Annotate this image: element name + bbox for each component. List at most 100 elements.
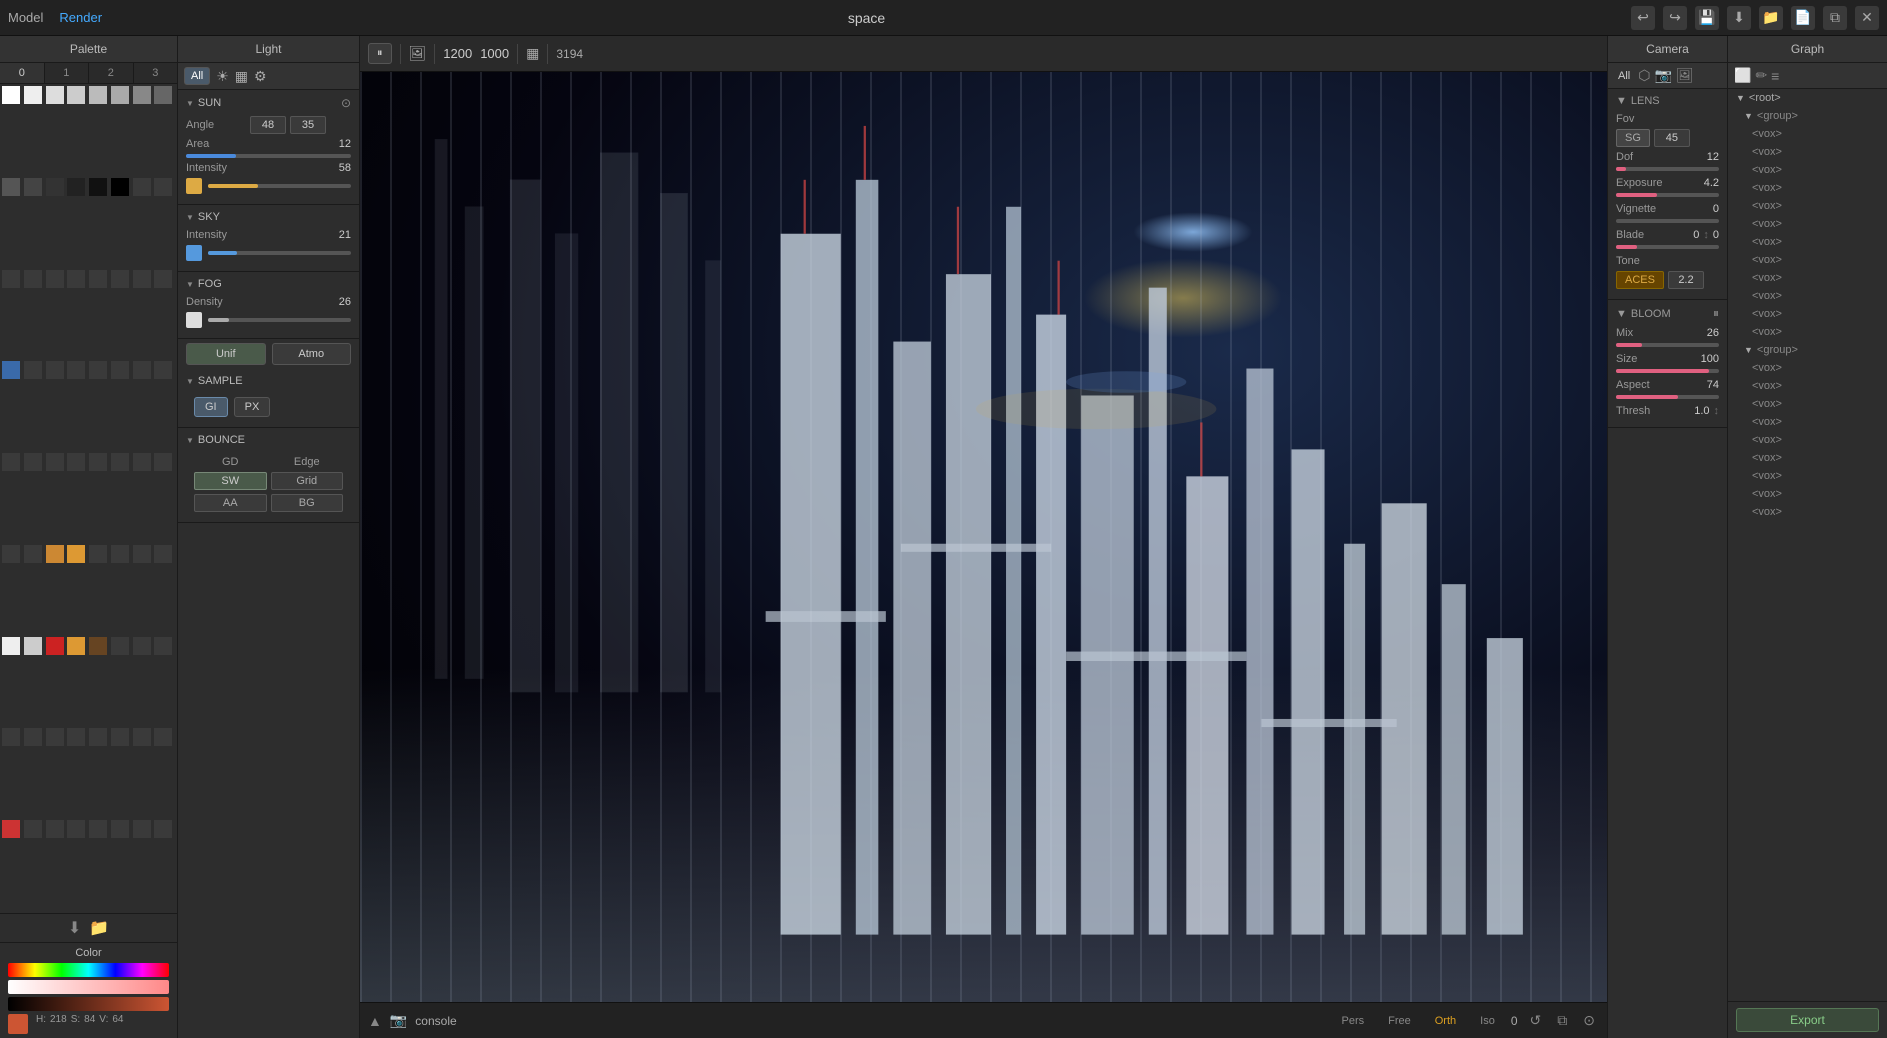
tree-vox-5[interactable]: <vox> — [1728, 197, 1887, 215]
tree-vox-7[interactable]: <vox> — [1728, 233, 1887, 251]
pal-cell[interactable] — [67, 86, 85, 104]
tree-vox-9[interactable]: <vox> — [1728, 269, 1887, 287]
pal-cell[interactable] — [46, 86, 64, 104]
pal-cell[interactable] — [89, 178, 107, 196]
graph-edit-icon[interactable]: ✏ — [1755, 67, 1767, 84]
bounce-sw-val[interactable]: SW — [194, 472, 267, 490]
dof-slider[interactable] — [1616, 167, 1719, 171]
tree-vox-4[interactable]: <vox> — [1728, 179, 1887, 197]
pal-cell[interactable] — [24, 545, 42, 563]
bounce-aa-val[interactable]: AA — [194, 494, 267, 512]
tree-vox-3[interactable]: <vox> — [1728, 161, 1887, 179]
undo-button[interactable]: ↩ — [1631, 6, 1655, 30]
pal-cell[interactable] — [89, 86, 107, 104]
fog-color-swatch[interactable] — [186, 312, 202, 328]
pal-cell[interactable] — [24, 178, 42, 196]
pal-cell[interactable] — [133, 270, 151, 288]
save-button[interactable]: 💾 — [1695, 6, 1719, 30]
pal-cell-orange2[interactable] — [67, 545, 85, 563]
camera-cam-icon[interactable]: 📷 — [1654, 67, 1671, 84]
pal-cell[interactable] — [111, 545, 129, 563]
close-button[interactable]: ✕ — [1855, 6, 1879, 30]
graph-rect-icon[interactable]: ⬜ — [1734, 67, 1751, 84]
sky-intensity-slider[interactable] — [208, 251, 351, 255]
pal-cell[interactable] — [2, 637, 20, 655]
graph-list-icon[interactable]: ≡ — [1771, 68, 1779, 84]
pal-cell-blue[interactable] — [2, 361, 20, 379]
menu-render[interactable]: Render — [59, 10, 102, 25]
atmo-button[interactable]: Atmo — [272, 343, 352, 365]
pal-cell-orange[interactable] — [46, 545, 64, 563]
pal-cell[interactable] — [154, 728, 172, 746]
pal-cell[interactable] — [111, 86, 129, 104]
tree-vox-18[interactable]: <vox> — [1728, 449, 1887, 467]
render-camera-icon[interactable]: 🖼 — [409, 45, 427, 62]
pal-cell[interactable] — [154, 361, 172, 379]
light-settings-icon[interactable]: ⚙ — [254, 68, 267, 85]
gi-button[interactable]: GI — [194, 397, 228, 417]
sun-color-swatch[interactable] — [186, 178, 202, 194]
pal-cell[interactable] — [24, 728, 42, 746]
pal-cell[interactable] — [89, 270, 107, 288]
palette-tab-0[interactable]: 0 — [0, 63, 45, 83]
iso-view-button[interactable]: Iso — [1472, 1013, 1503, 1029]
pal-cell[interactable] — [67, 453, 85, 471]
sun-angle-input1[interactable] — [250, 116, 286, 134]
bounce-grid-val[interactable]: Grid — [271, 472, 344, 490]
pal-cell[interactable] — [24, 86, 42, 104]
pal-cell[interactable] — [111, 270, 129, 288]
pal-cell[interactable] — [24, 270, 42, 288]
nav-triangle-icon[interactable]: ▲ — [368, 1013, 382, 1029]
export-button[interactable]: Export — [1736, 1008, 1879, 1032]
target-icon[interactable]: ⊙ — [1583, 1012, 1595, 1029]
tree-group2[interactable]: ▼ <group> — [1728, 341, 1887, 359]
exposure-slider[interactable] — [1616, 193, 1719, 197]
pal-cell[interactable] — [111, 453, 129, 471]
copy-button[interactable]: ⧉ — [1823, 6, 1847, 30]
pers-view-button[interactable]: Pers — [1334, 1013, 1373, 1029]
pal-cell[interactable] — [24, 820, 42, 838]
tree-vox-19[interactable]: <vox> — [1728, 467, 1887, 485]
pal-cell[interactable] — [111, 178, 129, 196]
pal-cell[interactable] — [154, 637, 172, 655]
pal-cell[interactable] — [24, 361, 42, 379]
px-button[interactable]: PX — [234, 397, 271, 417]
tree-vox-12[interactable]: <vox> — [1728, 323, 1887, 341]
pal-cell[interactable] — [2, 453, 20, 471]
pal-cell-brown[interactable] — [89, 637, 107, 655]
tree-vox-6[interactable]: <vox> — [1728, 215, 1887, 233]
tree-vox-11[interactable]: <vox> — [1728, 305, 1887, 323]
frame-icon[interactable]: ⧉ — [1557, 1012, 1567, 1029]
sun-angle-input2[interactable] — [290, 116, 326, 134]
viewport-canvas[interactable] — [360, 72, 1607, 1002]
download-button[interactable]: ⬇ — [1727, 6, 1751, 30]
tree-vox-16[interactable]: <vox> — [1728, 413, 1887, 431]
tree-vox-21[interactable]: <vox> — [1728, 503, 1887, 521]
bloom-pause-icon[interactable]: ⏸ — [1713, 306, 1719, 321]
tree-vox-17[interactable]: <vox> — [1728, 431, 1887, 449]
pal-cell[interactable] — [24, 453, 42, 471]
pal-cell[interactable] — [46, 361, 64, 379]
pal-cell[interactable] — [133, 637, 151, 655]
camera-vox-icon[interactable]: ⬡ — [1638, 67, 1650, 84]
palette-tab-1[interactable]: 1 — [45, 63, 90, 83]
tone-value-input[interactable] — [1668, 271, 1704, 289]
bounce-bg-val[interactable]: BG — [271, 494, 344, 512]
tree-vox-1[interactable]: <vox> — [1728, 125, 1887, 143]
tree-vox-13[interactable]: <vox> — [1728, 359, 1887, 377]
pal-cell[interactable] — [111, 820, 129, 838]
tree-vox-10[interactable]: <vox> — [1728, 287, 1887, 305]
aces-button[interactable]: ACES — [1616, 271, 1664, 289]
orth-view-button[interactable]: Orth — [1427, 1013, 1464, 1029]
sun-intensity-slider[interactable] — [208, 184, 351, 188]
refresh-icon[interactable]: ↺ — [1530, 1012, 1542, 1029]
pal-cell[interactable] — [154, 86, 172, 104]
pal-cell[interactable] — [2, 545, 20, 563]
pal-cell[interactable] — [67, 728, 85, 746]
pal-cell[interactable] — [89, 820, 107, 838]
pal-cell[interactable] — [46, 728, 64, 746]
tree-root[interactable]: ▼ <root> — [1728, 89, 1887, 107]
saturation-slider[interactable] — [8, 980, 169, 994]
sky-color-swatch[interactable] — [186, 245, 202, 261]
bloom-aspect-slider[interactable] — [1616, 395, 1719, 399]
